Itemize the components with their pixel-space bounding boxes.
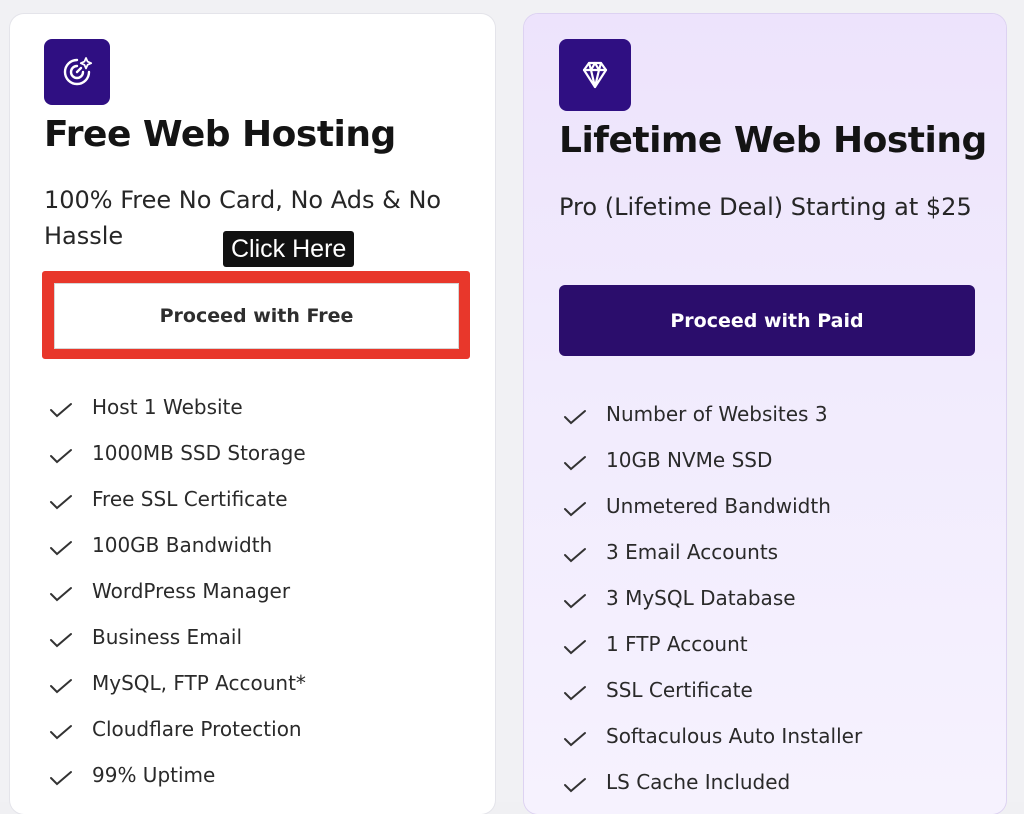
check-icon	[48, 538, 74, 558]
feature-label: Unmetered Bandwidth	[606, 494, 831, 518]
feature-item: Softaculous Auto Installer	[562, 713, 862, 759]
feature-item: Business Email	[48, 614, 306, 660]
feature-label: Cloudflare Protection	[92, 717, 302, 741]
free-plan-title: Free Web Hosting	[44, 114, 396, 155]
feature-label: 1000MB SSD Storage	[92, 441, 306, 465]
feature-label: 10GB NVMe SSD	[606, 448, 773, 472]
feature-label: Host 1 Website	[92, 395, 243, 419]
feature-item: WordPress Manager	[48, 568, 306, 614]
feature-item: Cloudflare Protection	[48, 706, 306, 752]
proceed-with-paid-button[interactable]: Proceed with Paid	[559, 285, 975, 356]
feature-item: 10GB NVMe SSD	[562, 437, 862, 483]
feature-item: LS Cache Included	[562, 759, 862, 805]
check-icon	[562, 637, 588, 657]
check-icon	[562, 591, 588, 611]
feature-label: Business Email	[92, 625, 243, 649]
feature-label: 3 MySQL Database	[606, 586, 796, 610]
proceed-with-free-button[interactable]: Proceed with Free	[54, 283, 459, 349]
target-star-icon	[63, 57, 93, 86]
paid-plan-features: Number of Websites 3 10GB NVMe SSD Unmet…	[562, 391, 862, 805]
check-icon	[48, 492, 74, 512]
feature-item: 100GB Bandwidth	[48, 522, 306, 568]
feature-label: Softaculous Auto Installer	[606, 724, 863, 748]
feature-item: SSL Certificate	[562, 667, 862, 713]
check-icon	[562, 545, 588, 565]
free-plan-features: Host 1 Website 1000MB SSD Storage Free S…	[48, 384, 306, 798]
check-icon	[48, 584, 74, 604]
feature-label: SSL Certificate	[606, 678, 753, 702]
feature-label: 99% Uptime	[92, 763, 216, 787]
check-icon	[562, 407, 588, 427]
paid-plan-card: Lifetime Web Hosting Pro (Lifetime Deal)…	[524, 14, 1006, 814]
check-icon	[48, 630, 74, 650]
feature-item: 99% Uptime	[48, 752, 306, 798]
feature-item: 1000MB SSD Storage	[48, 430, 306, 476]
check-icon	[562, 775, 588, 795]
feature-item: Host 1 Website	[48, 384, 306, 430]
check-icon	[562, 499, 588, 519]
feature-label: 3 Email Accounts	[606, 540, 779, 564]
check-icon	[562, 683, 588, 703]
page-background: Free Web Hosting 100% Free No Card, No A…	[0, 0, 1024, 814]
diamond-icon	[582, 61, 608, 89]
feature-label: Free SSL Certificate	[92, 487, 288, 511]
feature-item: MySQL, FTP Account*	[48, 660, 306, 706]
feature-label: Number of Websites 3	[606, 402, 828, 426]
check-icon	[48, 676, 74, 696]
feature-item: 3 MySQL Database	[562, 575, 862, 621]
feature-label: 1 FTP Account	[606, 632, 748, 656]
feature-item: 3 Email Accounts	[562, 529, 862, 575]
feature-item: 1 FTP Account	[562, 621, 862, 667]
feature-label: WordPress Manager	[92, 579, 291, 603]
check-icon	[48, 400, 74, 420]
feature-item: Number of Websites 3	[562, 391, 862, 437]
feature-label: MySQL, FTP Account*	[92, 671, 306, 695]
check-icon	[48, 768, 74, 788]
check-icon	[562, 453, 588, 473]
click-here-tooltip: Click Here	[223, 231, 355, 267]
feature-label: 100GB Bandwidth	[92, 533, 273, 557]
free-plan-card: Free Web Hosting 100% Free No Card, No A…	[10, 14, 495, 814]
check-icon	[48, 446, 74, 466]
paid-plan-icon-box	[559, 39, 631, 111]
check-icon	[562, 729, 588, 749]
paid-plan-title: Lifetime Web Hosting	[559, 120, 987, 161]
check-icon	[48, 722, 74, 742]
paid-plan-subtitle: Pro (Lifetime Deal) Starting at $25	[559, 193, 972, 221]
feature-item: Free SSL Certificate	[48, 476, 306, 522]
free-plan-icon-box	[44, 39, 110, 105]
feature-item: Unmetered Bandwidth	[562, 483, 862, 529]
feature-label: LS Cache Included	[606, 770, 791, 794]
